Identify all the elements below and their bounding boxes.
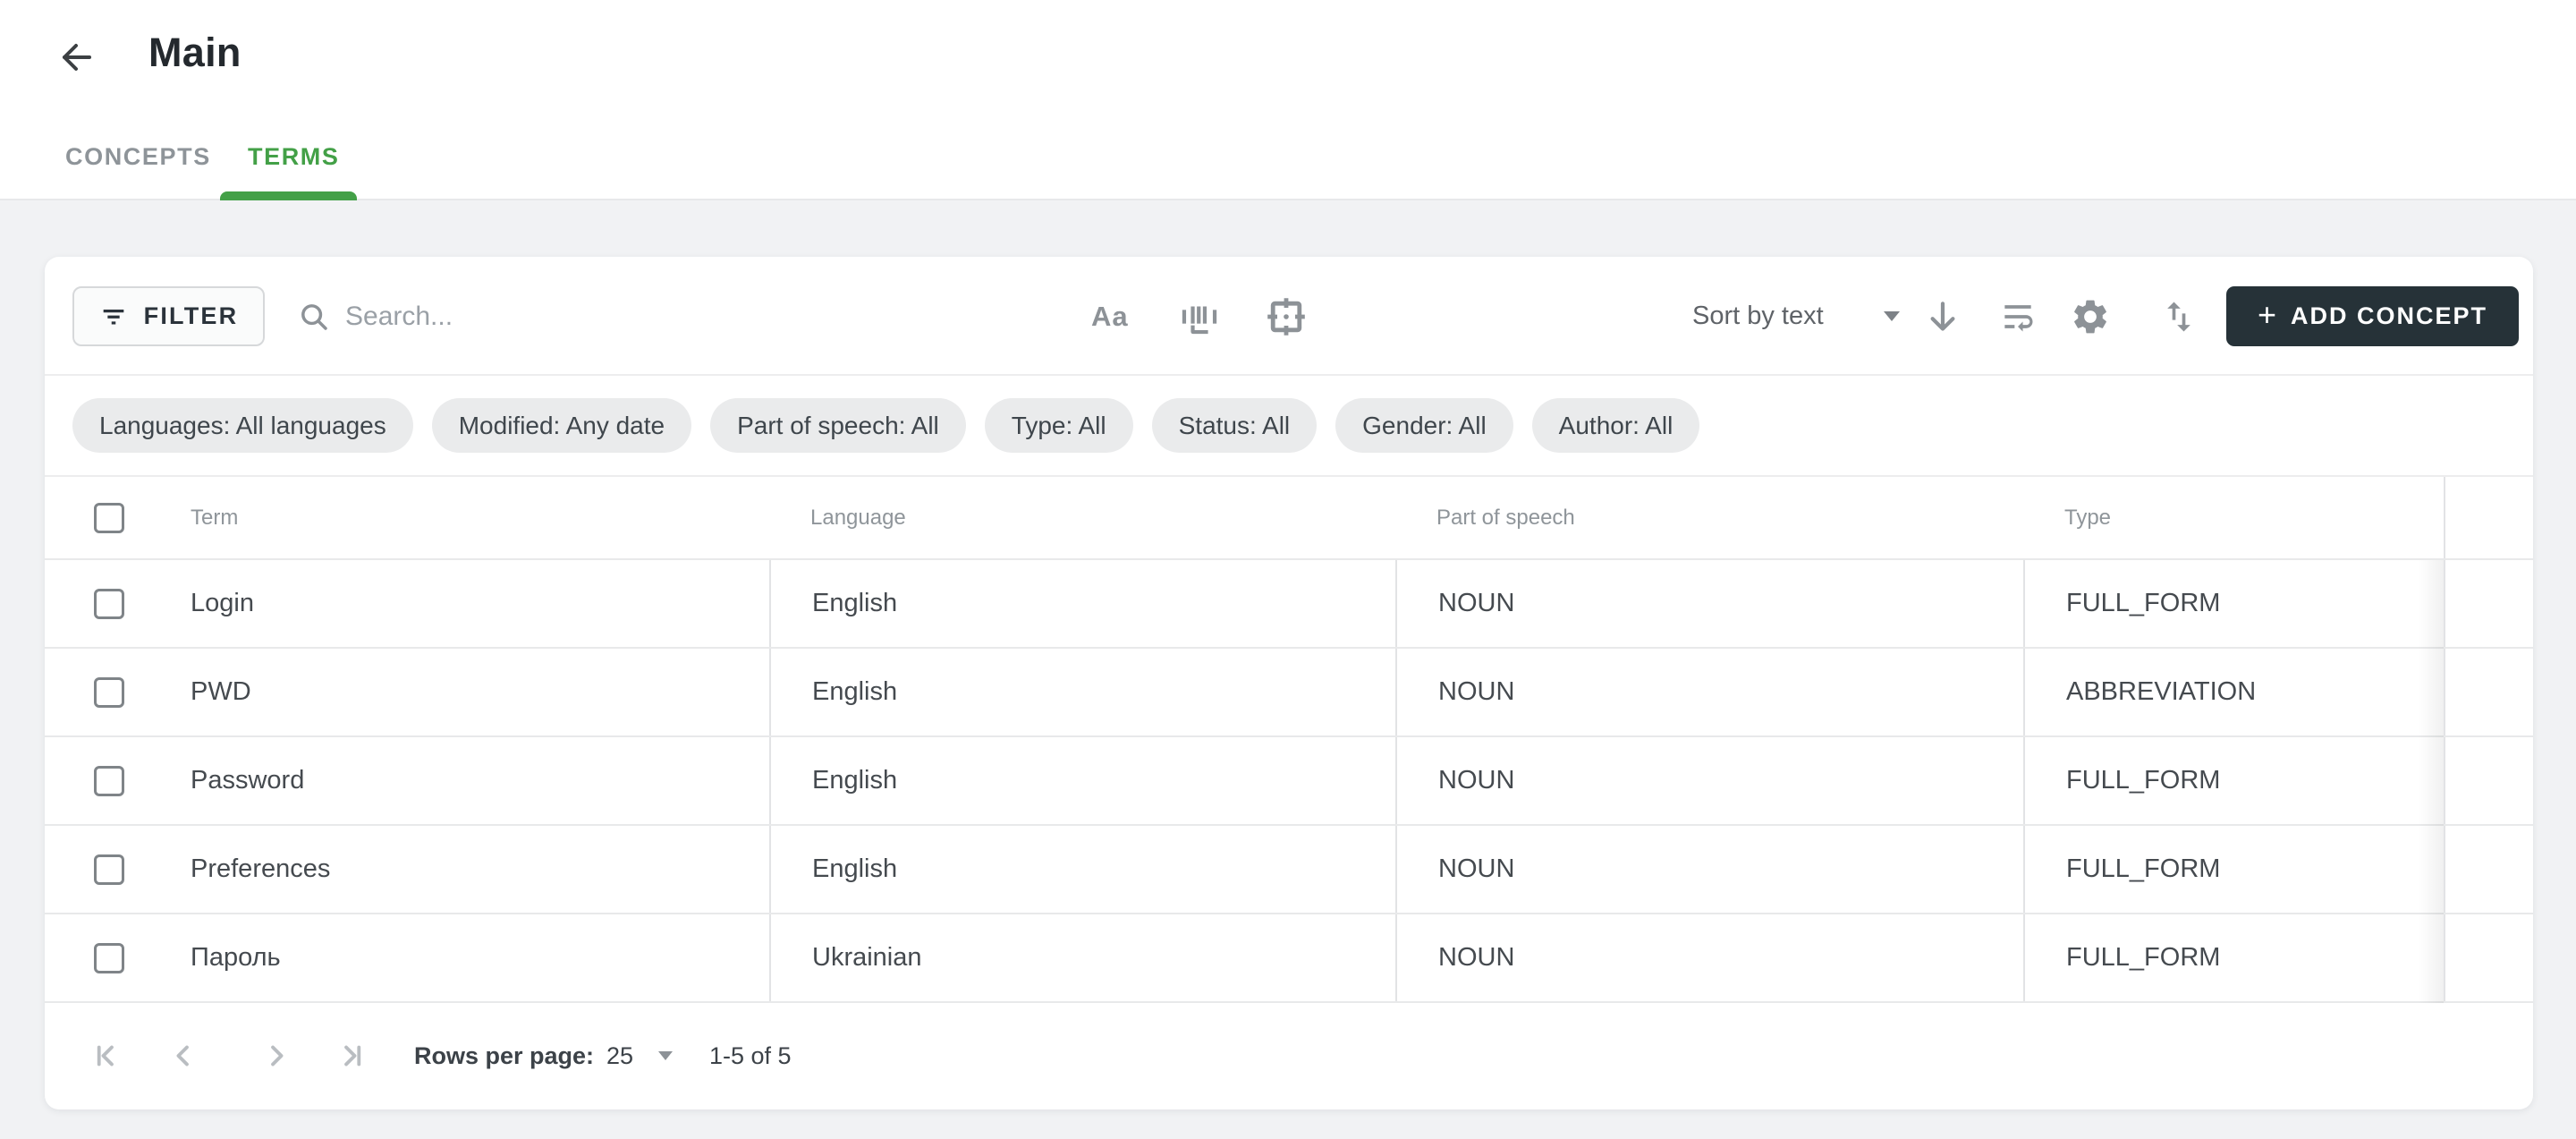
terms-card: FILTER Aa — [45, 257, 2533, 1109]
table-row[interactable]: Login English NOUN FULL_FORM — [45, 560, 2533, 649]
table-row[interactable]: Password English NOUN FULL_FORM — [45, 737, 2533, 826]
search-box — [297, 286, 919, 346]
filter-chip[interactable]: Type: All — [985, 398, 1133, 453]
table-row[interactable]: PWD English NOUN ABBREVIATION — [45, 649, 2533, 737]
cell-part-of-speech: NOUN — [1438, 854, 1514, 884]
cell-type: FULL_FORM — [2066, 943, 2220, 973]
row-checkbox[interactable] — [94, 766, 124, 796]
row-checkbox[interactable] — [94, 854, 124, 885]
page-title: Main — [148, 30, 242, 76]
cell-language: English — [812, 854, 897, 884]
row-checkbox[interactable] — [94, 943, 124, 973]
pagination-range: 1-5 of 5 — [709, 1003, 792, 1109]
cell-term: Пароль — [191, 943, 281, 973]
toolbar: FILTER Aa — [45, 257, 2533, 376]
tab-terms[interactable]: TERMS — [248, 143, 340, 171]
table-row[interactable]: Preferences English NOUN FULL_FORM — [45, 826, 2533, 914]
cell-term: Preferences — [191, 854, 330, 884]
rows-per-page-select[interactable]: 25 — [606, 1003, 633, 1109]
search-icon — [297, 300, 331, 334]
filter-chip[interactable]: Gender: All — [1335, 398, 1513, 453]
settings-gear-icon[interactable] — [2070, 257, 2111, 376]
page-content: FILTER Aa — [0, 200, 2576, 1139]
active-tab-indicator — [220, 191, 357, 200]
table-body: Login English NOUN FULL_FORM PWD English… — [45, 560, 2533, 1003]
cell-part-of-speech: NOUN — [1438, 943, 1514, 973]
cell-part-of-speech: NOUN — [1438, 766, 1514, 795]
top-bar: Main CONCEPTS TERMS — [0, 0, 2576, 200]
match-case-icon[interactable]: Aa — [1091, 257, 1129, 376]
wrap-text-icon[interactable] — [1998, 257, 2038, 376]
filter-chip[interactable]: Part of speech: All — [710, 398, 966, 453]
sort-caret-icon[interactable] — [1884, 311, 1900, 321]
cell-type: ABBREVIATION — [2066, 677, 2256, 707]
search-input[interactable] — [343, 301, 919, 333]
column-header-type: Type — [2064, 506, 2111, 531]
first-page-icon[interactable] — [91, 1039, 125, 1077]
pagination-bar: Rows per page: 25 1-5 of 5 — [45, 1003, 2533, 1109]
cell-term: PWD — [191, 677, 251, 707]
rows-per-page-caret-icon[interactable] — [658, 1051, 673, 1060]
cell-part-of-speech: NOUN — [1438, 589, 1514, 618]
sort-by-dropdown[interactable]: Sort by text — [1692, 257, 1824, 376]
cell-language: English — [812, 677, 897, 707]
cell-language: Ukrainian — [812, 943, 922, 973]
filter-button[interactable]: FILTER — [72, 286, 265, 346]
add-concept-button[interactable]: + ADD CONCEPT — [2226, 286, 2519, 346]
previous-page-icon[interactable] — [166, 1039, 200, 1077]
filter-chip[interactable]: Languages: All languages — [72, 398, 413, 453]
filter-chip[interactable]: Author: All — [1532, 398, 1700, 453]
sort-direction-down-icon[interactable] — [1923, 257, 1962, 376]
cell-part-of-speech: NOUN — [1438, 677, 1514, 707]
next-page-icon[interactable] — [259, 1039, 293, 1077]
plus-icon: + — [2258, 299, 2276, 331]
select-all-checkbox[interactable] — [94, 503, 124, 533]
column-header-language: Language — [810, 506, 906, 531]
terms-table: Term Language Part of speech Type Login … — [45, 477, 2533, 1003]
rows-per-page-label: Rows per page: — [414, 1003, 594, 1109]
row-checkbox[interactable] — [94, 589, 124, 619]
cell-language: English — [812, 589, 897, 618]
table-row[interactable]: Пароль Ukrainian NOUN FULL_FORM — [45, 914, 2533, 1003]
tab-concepts[interactable]: CONCEPTS — [65, 143, 211, 171]
column-header-term: Term — [191, 506, 238, 531]
filter-chip[interactable]: Modified: Any date — [432, 398, 691, 453]
cell-type: FULL_FORM — [2066, 589, 2220, 618]
add-concept-label: ADD CONCEPT — [2291, 302, 2487, 330]
barcode-match-icon[interactable] — [1179, 257, 1220, 376]
filter-list-icon — [99, 302, 128, 331]
filter-chip[interactable]: Status: All — [1152, 398, 1318, 453]
last-page-icon[interactable] — [333, 1039, 367, 1077]
cell-type: FULL_FORM — [2066, 766, 2220, 795]
filter-chips-row: Languages: All languages Modified: Any d… — [45, 376, 2533, 477]
cell-term: Password — [191, 766, 304, 795]
center-focus-frame-icon[interactable] — [1265, 257, 1308, 376]
back-arrow-icon[interactable] — [55, 36, 98, 79]
row-checkbox[interactable] — [94, 677, 124, 708]
table-header-row: Term Language Part of speech Type — [45, 477, 2533, 560]
cell-term: Login — [191, 589, 254, 618]
filter-button-label: FILTER — [144, 302, 239, 330]
column-header-part-of-speech: Part of speech — [1436, 506, 1575, 531]
cell-language: English — [812, 766, 897, 795]
cell-type: FULL_FORM — [2066, 854, 2220, 884]
swap-vertical-icon[interactable] — [2159, 257, 2199, 376]
